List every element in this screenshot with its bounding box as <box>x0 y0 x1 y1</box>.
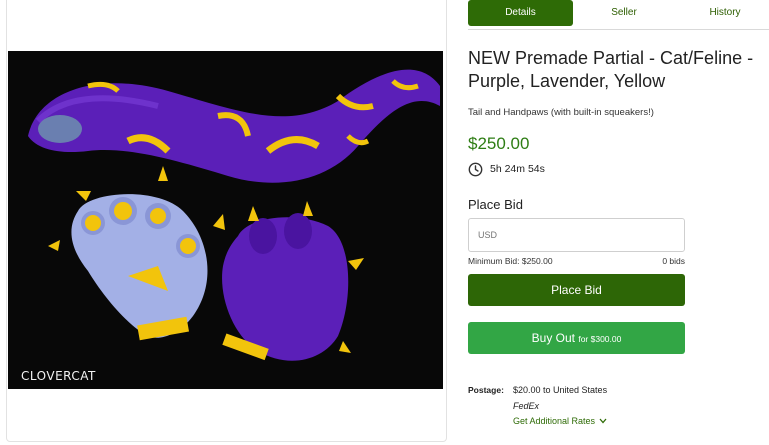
chevron-down-icon <box>599 418 607 424</box>
tab-history[interactable]: History <box>690 0 760 26</box>
detail-tabs: Details Seller History <box>468 0 769 30</box>
time-remaining: 5h 24m 54s <box>468 161 545 177</box>
additional-rates-link[interactable]: Get Additional Rates <box>513 416 607 426</box>
minimum-bid-text: Minimum Bid: $250.00 <box>468 256 553 266</box>
postage-label: Postage: <box>468 385 504 395</box>
time-remaining-text: 5h 24m 54s <box>490 163 545 175</box>
postage-value: $20.00 to United States <box>513 385 608 395</box>
clock-icon <box>468 162 483 176</box>
shipping-carrier: FedEx <box>513 401 540 411</box>
listing-title: NEW Premade Partial - Cat/Feline - Purpl… <box>468 48 754 91</box>
buy-out-price: for $300.00 <box>578 334 622 344</box>
buy-out-button[interactable]: Buy Out for $300.00 <box>468 322 685 354</box>
additional-rates-text: Get Additional Rates <box>513 416 596 426</box>
tab-details[interactable]: Details <box>468 0 573 26</box>
place-bid-heading: Place Bid <box>468 197 523 212</box>
buy-out-label: Buy Out <box>531 331 575 345</box>
current-price: $250.00 <box>468 134 530 153</box>
fursuit-photo-art <box>8 51 443 389</box>
bid-count: 0 bids <box>662 256 685 266</box>
photo-watermark: CLOVERCAT <box>21 369 96 383</box>
bid-amount-input[interactable] <box>468 218 685 252</box>
place-bid-button[interactable]: Place Bid <box>468 274 685 306</box>
listing-subtitle: Tail and Handpaws (with built-in squeake… <box>468 107 654 118</box>
listing-photo[interactable]: CLOVERCAT <box>8 51 443 389</box>
tab-seller[interactable]: Seller <box>589 0 659 26</box>
